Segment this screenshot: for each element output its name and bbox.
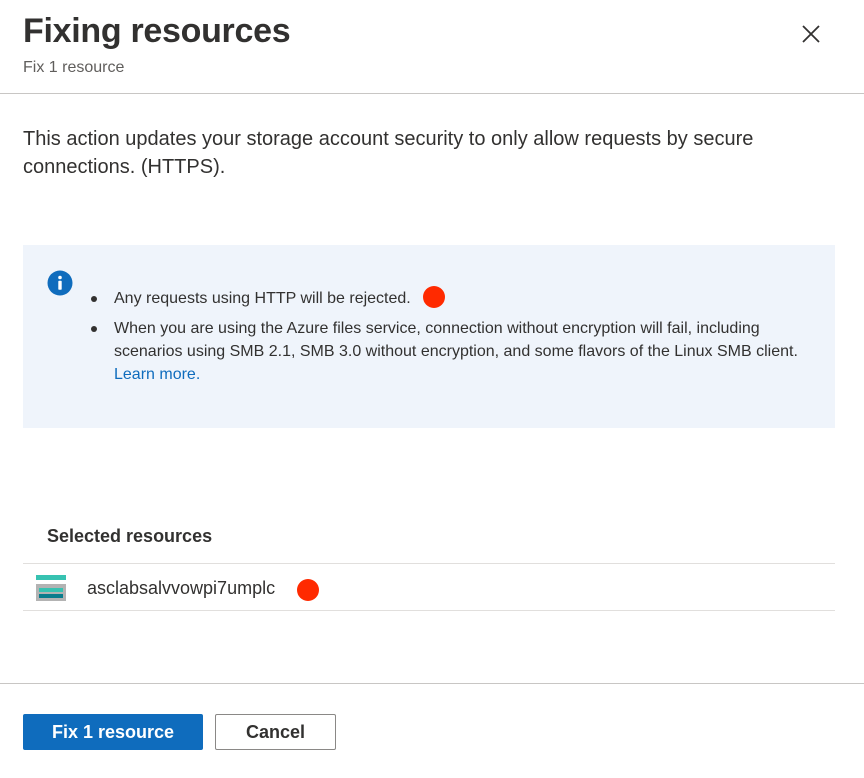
- page-title: Fixing resources: [23, 12, 291, 50]
- footer-divider: [0, 683, 864, 684]
- resource-row: asclabsalvvowpi7umplc: [23, 563, 835, 611]
- learn-more-link[interactable]: Learn more.: [114, 366, 200, 383]
- close-icon[interactable]: [796, 19, 826, 49]
- cancel-button[interactable]: Cancel: [215, 714, 336, 750]
- action-description: This action updates your storage account…: [23, 128, 754, 178]
- info-item-http: Any requests using HTTP will be rejected…: [91, 285, 814, 310]
- resource-name: asclabsalvvowpi7umplc: [87, 578, 276, 598]
- info-icon: [47, 270, 73, 296]
- red-marker-dot: [422, 285, 445, 308]
- info-message-bar: Any requests using HTTP will be rejected…: [23, 245, 835, 428]
- page-subtitle: Fix 1 resource: [23, 59, 125, 76]
- selected-resources-heading: Selected resources: [47, 526, 213, 546]
- storage-account-icon: [36, 575, 66, 601]
- panel-header: Fixing resources Fix 1 resource: [0, 0, 864, 94]
- fix-resource-button[interactable]: Fix 1 resource: [23, 714, 203, 750]
- red-marker-dot: [297, 579, 319, 601]
- info-item-azure-files: When you are using the Azure files servi…: [91, 317, 814, 386]
- info-list: Any requests using HTTP will be rejected…: [91, 285, 814, 393]
- info-item-text: When you are using the Azure files servi…: [114, 320, 798, 360]
- info-item-text: Any requests using HTTP will be rejected…: [114, 290, 411, 307]
